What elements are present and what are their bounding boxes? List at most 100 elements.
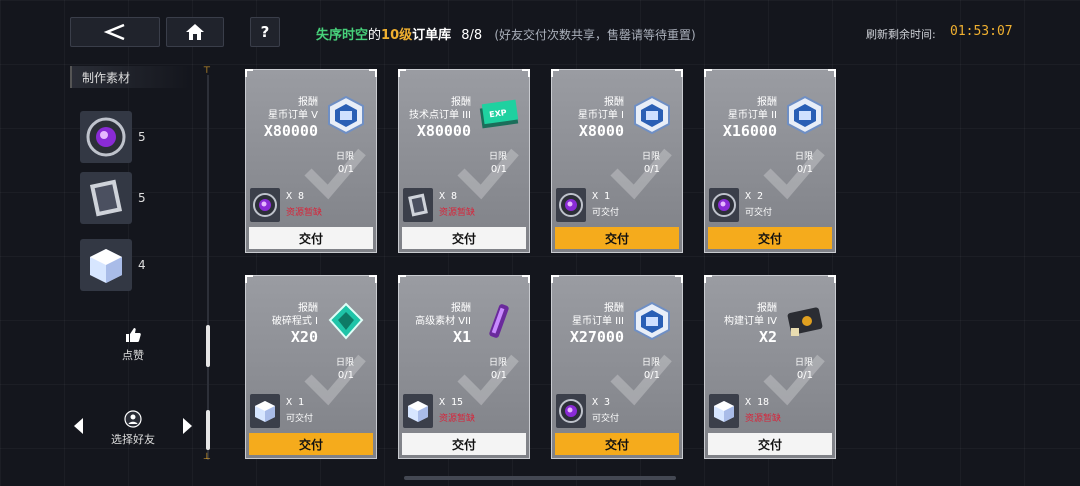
material-count: 5 [138, 191, 146, 205]
scroll-bottom-marker: ⊥ [203, 452, 211, 462]
order-card[interactable]: 报酬 破碎程式 I X20 日限 0/1 X 1 可交付 交付 [245, 275, 377, 459]
material-item[interactable]: 5 [80, 111, 146, 163]
material-item[interactable]: 4 [80, 239, 146, 291]
order-card[interactable]: 报酬 技术点订单 III X80000 EXP 日限 0/1 X 8 资源暂缺 … [398, 69, 530, 253]
data-chip-icon [403, 188, 433, 222]
purple-orb-icon [709, 188, 739, 222]
required-quantity: X 3 [592, 397, 611, 408]
reward-label: 报酬 [604, 97, 624, 108]
reward-label: 报酬 [451, 97, 471, 108]
prev-friend-arrow[interactable] [74, 418, 83, 434]
daily-limit-label: 日限 [335, 358, 354, 368]
required-quantity: X 2 [745, 191, 764, 202]
submit-button[interactable]: 交付 [402, 433, 526, 455]
scroll-thumb[interactable] [206, 325, 210, 367]
daily-limit-value: 0/1 [337, 164, 354, 175]
reward-quantity: X2 [758, 328, 777, 346]
refresh-timer-label: 刷新剩余时间: [866, 28, 936, 41]
scroll-track[interactable] [207, 75, 209, 460]
reward-quantity: X16000 [722, 122, 777, 140]
daily-limit-label: 日限 [488, 152, 507, 162]
bottom-scroll-indicator [404, 476, 676, 480]
material-count: 4 [138, 258, 146, 272]
reward-name: 技术点订单 III [408, 110, 471, 121]
reward-name: 星币订单 III [571, 316, 624, 327]
reward-label: 报酬 [757, 97, 777, 108]
select-friend-label: 选择好友 [111, 433, 155, 446]
order-card[interactable]: 报酬 星币订单 V X80000 日限 0/1 X 8 资源暂缺 交付 [245, 69, 377, 253]
broken-program-icon [322, 298, 370, 344]
select-friend-button[interactable]: 选择好友 [100, 410, 166, 447]
title-mid: 的 [368, 28, 382, 43]
title-suffix: 订单库 [412, 28, 452, 43]
submit-button[interactable]: 交付 [249, 227, 373, 249]
daily-limit-label: 日限 [335, 152, 354, 162]
home-button[interactable] [166, 17, 224, 47]
order-card[interactable]: 报酬 星币订单 I X8000 日限 0/1 X 1 可交付 交付 [551, 69, 683, 253]
material-count: 5 [138, 130, 146, 144]
title-highlight: 失序时空 [316, 28, 369, 43]
requirement-status: 可交付 [592, 208, 620, 218]
submit-button[interactable]: 交付 [555, 227, 679, 249]
star-coin-order-icon [322, 92, 370, 138]
daily-limit-label: 日限 [641, 152, 660, 162]
requirement-status: 可交付 [745, 208, 773, 218]
help-button[interactable]: ? [250, 17, 280, 47]
star-coin-order-icon [628, 92, 676, 138]
daily-limit-label: 日限 [641, 358, 660, 368]
daily-limit-label: 日限 [488, 358, 507, 368]
submit-button[interactable]: 交付 [249, 433, 373, 455]
star-coin-order-icon [628, 298, 676, 344]
order-card[interactable]: 报酬 高级素材 VII X1 日限 0/1 X 15 资源暂缺 交付 [398, 275, 530, 459]
required-quantity: X 18 [745, 397, 770, 408]
reward-quantity: X80000 [416, 122, 471, 140]
daily-limit-value: 0/1 [490, 370, 507, 381]
requirement-status: 资源暂缺 [286, 208, 323, 218]
thumbs-up-icon [126, 328, 141, 342]
material-item[interactable]: 5 [80, 172, 146, 224]
next-friend-arrow[interactable] [183, 418, 192, 434]
daily-limit-value: 0/1 [643, 370, 660, 381]
submit-button[interactable]: 交付 [555, 433, 679, 455]
reward-quantity: X8000 [578, 122, 624, 140]
required-quantity: X 1 [592, 191, 611, 202]
reward-quantity: X20 [290, 328, 318, 346]
title-note: (好友交付次数共享，售罄请等待重置) [494, 28, 696, 42]
daily-limit-value: 0/1 [337, 370, 354, 381]
reward-quantity: X1 [452, 328, 471, 346]
crystal-cube-icon [250, 394, 280, 428]
requirement-status: 资源暂缺 [439, 208, 476, 218]
purple-orb-icon [250, 188, 280, 222]
scroll-thumb-lower[interactable] [206, 410, 210, 450]
materials-title: 制作素材 [70, 66, 190, 88]
order-card[interactable]: 报酬 构建订单 IV X2 日限 0/1 X 18 资源暂缺 交付 [704, 275, 836, 459]
requirement-status: 资源暂缺 [745, 414, 782, 424]
daily-limit-label: 日限 [794, 358, 813, 368]
back-button[interactable] [70, 17, 160, 47]
data-chip-icon [80, 172, 132, 224]
refresh-timer-value: 01:53:07 [950, 24, 1013, 39]
reward-name: 高级素材 VII [415, 316, 471, 327]
purple-orb-icon [556, 188, 586, 222]
title-level: 10级 [381, 28, 413, 43]
required-quantity: X 8 [439, 191, 458, 202]
reward-label: 报酬 [451, 303, 471, 314]
daily-limit-value: 0/1 [796, 164, 813, 175]
submit-button[interactable]: 交付 [708, 433, 832, 455]
page-title: 失序时空的10级订单库 8/8 (好友交付次数共享，售罄请等待重置) [316, 24, 696, 43]
like-label: 点赞 [122, 349, 144, 362]
reward-name: 破碎程式 I [271, 316, 318, 327]
help-icon: ? [260, 23, 270, 41]
order-card[interactable]: 报酬 星币订单 III X27000 日限 0/1 X 3 可交付 交付 [551, 275, 683, 459]
like-button[interactable]: 点赞 [112, 326, 154, 363]
crystal-cube-icon [709, 394, 739, 428]
purple-orb-icon [80, 111, 132, 163]
reward-quantity: X80000 [263, 122, 318, 140]
reward-label: 报酬 [757, 303, 777, 314]
order-card[interactable]: 报酬 星币订单 II X16000 日限 0/1 X 2 可交付 交付 [704, 69, 836, 253]
submit-button[interactable]: 交付 [708, 227, 832, 249]
submit-button[interactable]: 交付 [402, 227, 526, 249]
required-quantity: X 8 [286, 191, 305, 202]
reward-label: 报酬 [298, 303, 318, 314]
home-icon [186, 24, 204, 40]
